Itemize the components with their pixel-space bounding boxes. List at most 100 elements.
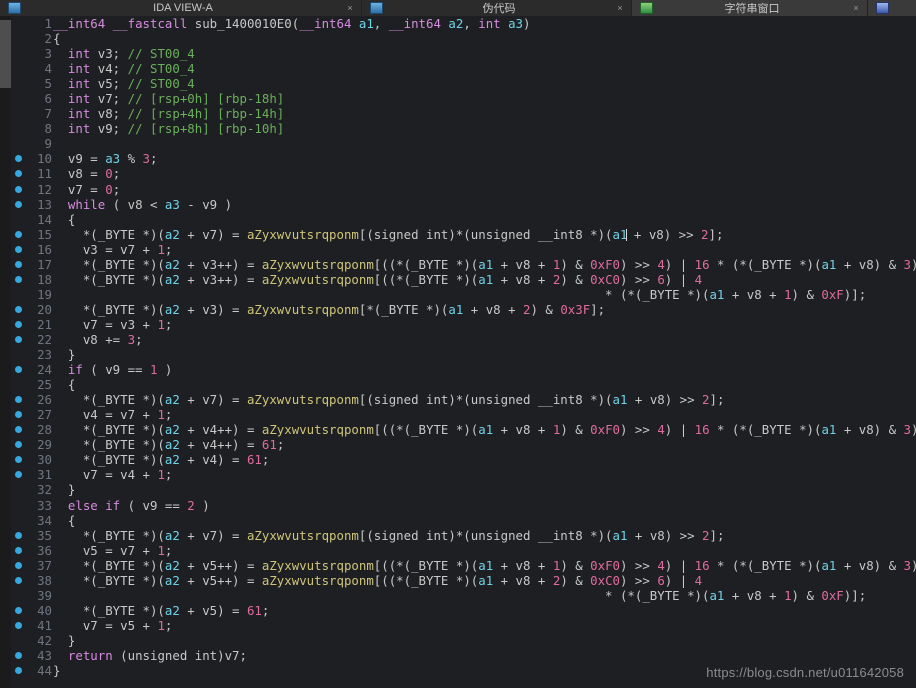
line-source[interactable]: * (*(_BYTE *)(a1 + v8 + 1) & 0xF)];	[52, 588, 916, 603]
breakpoint-gutter[interactable]	[11, 136, 28, 151]
code-line[interactable]: 42 }	[11, 633, 916, 648]
breakpoint-gutter[interactable]	[11, 121, 28, 136]
code-line[interactable]: 18 *(_BYTE *)(a2 + v3++) = aZyxwvutsrqpo…	[11, 272, 916, 287]
code-line[interactable]: 29 *(_BYTE *)(a2 + v4++) = 61;	[11, 437, 916, 452]
line-source[interactable]: *(_BYTE *)(a2 + v5) = 61;	[52, 603, 916, 618]
code-line[interactable]: 38 *(_BYTE *)(a2 + v5++) = aZyxwvutsrqpo…	[11, 573, 916, 588]
breakpoint-gutter[interactable]	[11, 212, 28, 227]
tab-2[interactable]: 伪代码 ×	[362, 0, 632, 16]
code-line[interactable]: 5 int v5; // ST00_4	[11, 76, 916, 91]
code-line[interactable]: 26 *(_BYTE *)(a2 + v7) = aZyxwvutsrqponm…	[11, 392, 916, 407]
code-line[interactable]: 7 int v8; // [rsp+4h] [rbp-14h]	[11, 106, 916, 121]
code-line[interactable]: 1 __int64 __fastcall sub_1400010E0(__int6…	[11, 16, 916, 31]
code-line[interactable]: 16 v3 = v7 + 1;	[11, 242, 916, 257]
line-source[interactable]: }	[52, 347, 916, 362]
breakpoint-dot-icon[interactable]	[11, 663, 28, 678]
code-line[interactable]: 17 *(_BYTE *)(a2 + v3++) = aZyxwvutsrqpo…	[11, 257, 916, 272]
breakpoint-gutter[interactable]	[11, 76, 28, 91]
breakpoint-dot-icon[interactable]	[11, 197, 28, 212]
code-line[interactable]: 22 v8 += 3;	[11, 332, 916, 347]
pseudocode-editor[interactable]: 1 __int64 __fastcall sub_1400010E0(__int6…	[11, 16, 916, 688]
breakpoint-dot-icon[interactable]	[11, 422, 28, 437]
code-line[interactable]: 11 v8 = 0;	[11, 166, 916, 181]
line-source[interactable]: int v3; // ST00_4	[52, 46, 916, 61]
close-icon[interactable]: ×	[615, 3, 625, 13]
breakpoint-dot-icon[interactable]	[11, 182, 28, 197]
line-source[interactable]: int v7; // [rsp+0h] [rbp-18h]	[52, 91, 916, 106]
breakpoint-gutter[interactable]	[11, 91, 28, 106]
close-icon[interactable]: ×	[851, 3, 861, 13]
breakpoint-gutter[interactable]	[11, 287, 28, 302]
line-source[interactable]: {	[52, 377, 916, 392]
breakpoint-dot-icon[interactable]	[11, 257, 28, 272]
code-line[interactable]: 30 *(_BYTE *)(a2 + v4) = 61;	[11, 452, 916, 467]
vertical-scrollbar[interactable]	[0, 16, 11, 688]
code-line[interactable]: 36 v5 = v7 + 1;	[11, 543, 916, 558]
breakpoint-dot-icon[interactable]	[11, 392, 28, 407]
breakpoint-gutter[interactable]	[11, 482, 28, 497]
breakpoint-dot-icon[interactable]	[11, 227, 28, 242]
line-source[interactable]: *(_BYTE *)(a2 + v3++) = aZyxwvutsrqponm[…	[52, 272, 916, 287]
line-source[interactable]: int v5; // ST00_4	[52, 76, 916, 91]
line-source[interactable]: int v9; // [rsp+8h] [rbp-10h]	[52, 121, 916, 136]
breakpoint-dot-icon[interactable]	[11, 603, 28, 618]
breakpoint-dot-icon[interactable]	[11, 317, 28, 332]
breakpoint-dot-icon[interactable]	[11, 166, 28, 181]
line-source[interactable]: v7 = v4 + 1;	[52, 467, 916, 482]
code-line[interactable]: 39 * (*(_BYTE *)(a1 + v8 + 1) & 0xF)];	[11, 588, 916, 603]
code-line[interactable]: 23 }	[11, 347, 916, 362]
line-source[interactable]: v9 = a3 % 3;	[52, 151, 916, 166]
breakpoint-gutter[interactable]	[11, 633, 28, 648]
line-source[interactable]: *(_BYTE *)(a2 + v7) = aZyxwvutsrqponm[(s…	[52, 392, 916, 407]
line-source[interactable]: int v4; // ST00_4	[52, 61, 916, 76]
code-line[interactable]: 8 int v9; // [rsp+8h] [rbp-10h]	[11, 121, 916, 136]
breakpoint-gutter[interactable]	[11, 498, 28, 513]
breakpoint-dot-icon[interactable]	[11, 332, 28, 347]
code-line[interactable]: 37 *(_BYTE *)(a2 + v5++) = aZyxwvutsrqpo…	[11, 558, 916, 573]
breakpoint-gutter[interactable]	[11, 377, 28, 392]
code-line[interactable]: 12 v7 = 0;	[11, 182, 916, 197]
tab-4[interactable]: 十六进制视图-1×	[868, 0, 916, 16]
line-source[interactable]: {	[52, 212, 916, 227]
code-line[interactable]: 31 v7 = v4 + 1;	[11, 467, 916, 482]
line-source[interactable]: *(_BYTE *)(a2 + v7) = aZyxwvutsrqponm[(s…	[52, 227, 916, 242]
line-source[interactable]: int v8; // [rsp+4h] [rbp-14h]	[52, 106, 916, 121]
breakpoint-dot-icon[interactable]	[11, 648, 28, 663]
code-line[interactable]: 40 *(_BYTE *)(a2 + v5) = 61;	[11, 603, 916, 618]
line-source[interactable]: v8 = 0;	[52, 166, 916, 181]
tab-3[interactable]: 字符串窗口 ×	[632, 0, 868, 16]
breakpoint-dot-icon[interactable]	[11, 452, 28, 467]
code-line[interactable]: 27 v4 = v7 + 1;	[11, 407, 916, 422]
breakpoint-dot-icon[interactable]	[11, 573, 28, 588]
breakpoint-gutter[interactable]	[11, 31, 28, 46]
code-line[interactable]: 32 }	[11, 482, 916, 497]
code-line[interactable]: 14 {	[11, 212, 916, 227]
line-source[interactable]: while ( v8 < a3 - v9 )	[52, 197, 916, 212]
line-source[interactable]: v3 = v7 + 1;	[52, 242, 916, 257]
breakpoint-gutter[interactable]	[11, 46, 28, 61]
code-line[interactable]: 25 {	[11, 377, 916, 392]
tab-1[interactable]: IDA VIEW-A ×	[0, 0, 362, 16]
breakpoint-gutter[interactable]	[11, 16, 28, 31]
breakpoint-dot-icon[interactable]	[11, 558, 28, 573]
breakpoint-gutter[interactable]	[11, 61, 28, 76]
code-line[interactable]: 19 * (*(_BYTE *)(a1 + v8 + 1) & 0xF)];	[11, 287, 916, 302]
code-line[interactable]: 3 int v3; // ST00_4	[11, 46, 916, 61]
line-source[interactable]: }	[52, 482, 916, 497]
line-source[interactable]: *(_BYTE *)(a2 + v5++) = aZyxwvutsrqponm[…	[52, 558, 916, 573]
breakpoint-gutter[interactable]	[11, 513, 28, 528]
breakpoint-gutter[interactable]	[11, 347, 28, 362]
code-line[interactable]: 21 v7 = v3 + 1;	[11, 317, 916, 332]
code-line[interactable]: 20 *(_BYTE *)(a2 + v3) = aZyxwvutsrqponm…	[11, 302, 916, 317]
line-source[interactable]: v5 = v7 + 1;	[52, 543, 916, 558]
code-line[interactable]: 6 int v7; // [rsp+0h] [rbp-18h]	[11, 91, 916, 106]
line-source[interactable]: __int64 __fastcall sub_1400010E0(__int64…	[52, 16, 916, 31]
code-line[interactable]: 34 {	[11, 513, 916, 528]
line-source[interactable]: v8 += 3;	[52, 332, 916, 347]
breakpoint-gutter[interactable]	[11, 106, 28, 121]
breakpoint-dot-icon[interactable]	[11, 618, 28, 633]
code-line[interactable]: 15 *(_BYTE *)(a2 + v7) = aZyxwvutsrqponm…	[11, 227, 916, 242]
breakpoint-dot-icon[interactable]	[11, 407, 28, 422]
line-source[interactable]: {	[52, 513, 916, 528]
line-source[interactable]: v7 = v3 + 1;	[52, 317, 916, 332]
